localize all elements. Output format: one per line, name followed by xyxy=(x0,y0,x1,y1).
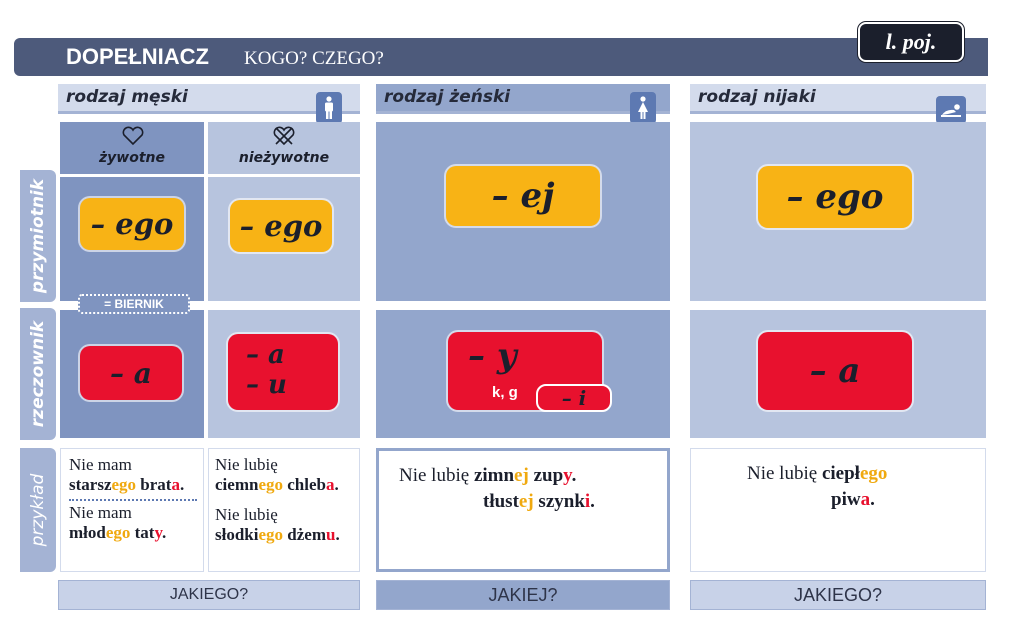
column-label-masculine: rodzaj męski xyxy=(66,87,188,107)
ending-noun-masc-animate: – a xyxy=(80,346,182,400)
example-divider xyxy=(69,499,197,501)
ending-noun-fem-y: – y xyxy=(468,336,517,376)
example-masc-inanimate: Nie lubię ciemnego chleba. Nie lubię sło… xyxy=(208,448,360,572)
ending-noun-masc-inanimate: – a – u xyxy=(228,334,338,410)
ending-adj-masc-animate: – ego xyxy=(80,198,184,250)
subheader-animate-label: żywotne xyxy=(99,150,165,166)
example-feminine: Nie lubię zimnej zupy. tłustej szynki. xyxy=(376,448,670,572)
subheader-inanimate: nieżywotne xyxy=(208,122,360,174)
page-title: DOPEŁNIACZ xyxy=(66,44,209,69)
example-sentence: słodkiego dżemu. xyxy=(215,525,340,544)
example-lead: Nie mam xyxy=(69,503,132,522)
subheader-inanimate-label: nieżywotne xyxy=(238,150,330,166)
baby-icon xyxy=(936,96,966,124)
example-masc-animate: Nie mam starszego brata. Nie mam młodego… xyxy=(60,448,204,572)
ending-noun-masc-inan-a: – a xyxy=(246,340,285,370)
biernik-badge: = BIERNIK xyxy=(78,294,190,314)
number-badge: l. poj. xyxy=(858,22,964,62)
ending-noun-fem-note: k, g xyxy=(492,384,518,401)
example-lead: Nie lubię xyxy=(215,505,278,524)
example-sentence: Nie lubię ciepłego xyxy=(747,463,888,484)
ending-adj-masc-inanimate: – ego xyxy=(230,200,332,252)
column-header-masculine: rodzaj męski xyxy=(58,84,360,114)
question-masculine: JAKIEGO? xyxy=(58,580,360,610)
heart-icon xyxy=(122,126,144,146)
column-label-neuter: rodzaj nijaki xyxy=(698,87,816,107)
example-sentence: Nie lubię zimnej zupy. xyxy=(399,465,577,486)
page-subtitle: KOGO? CZEGO? xyxy=(244,48,384,69)
row-label-adjective: przymiotnik xyxy=(20,170,56,302)
example-lead: Nie lubię xyxy=(215,455,278,474)
ending-adj-neuter: – ego xyxy=(758,166,912,228)
example-sentence: młodego taty. xyxy=(69,523,167,542)
subheader-animate: żywotne xyxy=(60,122,204,174)
row-label-noun: rzeczownik xyxy=(20,308,56,440)
example-neuter: Nie lubię ciepłego piwa. xyxy=(690,448,986,572)
ending-noun-fem-alt: – i xyxy=(536,384,612,412)
column-label-feminine: rodzaj żeński xyxy=(384,87,511,107)
ending-adj-feminine: – ej xyxy=(446,166,600,226)
example-sentence: starszego brata. xyxy=(69,475,185,494)
example-sentence: ciemnego chleba. xyxy=(215,475,339,494)
man-icon xyxy=(316,92,342,124)
example-lead: Nie mam xyxy=(69,455,132,474)
ending-noun-neuter: – a xyxy=(758,332,912,410)
example-sentence-2: piwa. xyxy=(831,489,875,510)
question-feminine: JAKIEJ? xyxy=(376,580,670,610)
crossed-heart-icon xyxy=(273,126,295,146)
question-neuter: JAKIEGO? xyxy=(690,580,986,610)
ending-noun-masc-inan-u: – u xyxy=(246,370,287,400)
woman-icon xyxy=(630,92,656,124)
row-label-example: przykład xyxy=(20,448,56,572)
example-sentence-2: tłustej szynki. xyxy=(483,491,595,512)
column-header-feminine: rodzaj żeński xyxy=(376,84,670,114)
